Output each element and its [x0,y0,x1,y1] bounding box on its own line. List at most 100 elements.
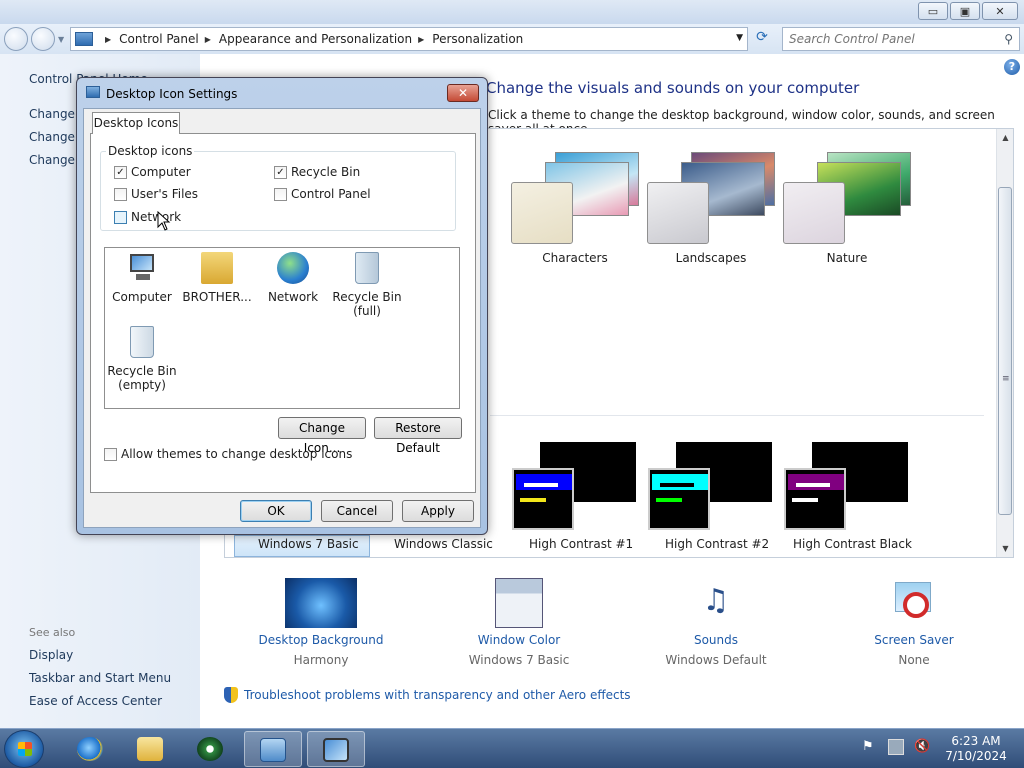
taskbar-desktop-icon-settings[interactable] [307,731,365,767]
checkbox-allow-themes[interactable]: Allow themes to change desktop icons [104,447,352,461]
folder-icon [137,737,163,761]
minimize-button[interactable]: ▭ [918,2,948,20]
icon-label: Recycle Bin (empty) [107,364,177,392]
group-label: Desktop icons [106,144,195,158]
sidebar-ease-of-access[interactable]: Ease of Access Center [29,694,162,708]
theme-label: High Contrast #2 [665,537,770,551]
recycle-bin-empty-icon [130,326,154,358]
internet-explorer-icon [77,737,103,761]
address-bar[interactable]: ▶ Control Panel ▶ Appearance and Persona… [70,27,748,51]
icon-item-recycle-bin-full[interactable]: Recycle Bin (full) [327,252,407,318]
breadcrumb-arrow-icon[interactable]: ▶ [418,35,424,44]
checkbox-control-panel[interactable]: Control Panel [274,187,371,201]
search-box[interactable]: ⚲ [782,27,1020,51]
desktop-background-title[interactable]: Desktop Background [241,633,401,647]
taskbar-clock[interactable]: 6:23 AM 7/10/2024 [940,734,1012,764]
maximize-button[interactable]: ▣ [950,2,980,20]
checkbox-label: Recycle Bin [291,165,361,179]
icon-item-network[interactable]: Network [253,252,333,304]
network-icon[interactable] [888,739,904,755]
theme-nature[interactable]: Nature [783,134,913,265]
checkbox-network[interactable]: Network [114,210,181,224]
checkbox-checked-icon[interactable]: ✓ [274,165,287,179]
taskbar-media-player[interactable] [182,731,240,767]
checkbox-unchecked-icon[interactable] [274,187,287,201]
search-input[interactable] [789,32,989,46]
theme-high-contrast-black[interactable] [784,442,914,534]
screen-saver-icon [891,578,937,628]
theme-list-scrollbar[interactable]: ▲ ≡ ▼ [996,129,1013,557]
window-color-link[interactable]: Window Color Windows 7 Basic [439,578,599,667]
theme-landscapes[interactable]: Landscapes [647,134,777,265]
start-button[interactable] [4,730,44,768]
screen-saver-link[interactable]: Screen Saver None [834,578,994,667]
sidebar-display[interactable]: Display [29,648,73,662]
breadcrumb-personalization[interactable]: Personalization [432,32,523,46]
tab-desktop-icons[interactable]: Desktop Icons [92,112,180,134]
dialog-icon [86,86,100,98]
restore-default-button[interactable]: Restore Default [374,417,462,455]
troubleshoot-link[interactable]: Troubleshoot problems with transparency … [224,687,631,703]
icon-item-recycle-bin-empty[interactable]: Recycle Bin (empty) [102,326,182,392]
scroll-down-icon[interactable]: ▼ [997,540,1014,557]
sidebar-taskbar-start-menu[interactable]: Taskbar and Start Menu [29,671,171,685]
close-icon: ✕ [457,86,469,100]
ok-button[interactable]: OK [240,500,312,522]
checkbox-label: Control Panel [291,187,371,201]
taskbar-internet-explorer[interactable] [62,731,120,767]
theme-high-contrast-2[interactable] [648,442,778,534]
address-dropdown-icon[interactable]: ▼ [736,33,743,43]
breadcrumb-arrow-icon[interactable]: ▶ [205,35,211,44]
theme-windows-7-basic[interactable]: Windows 7 Basic [258,537,359,551]
see-also-heading: See also [29,626,76,639]
icon-label: Computer [112,290,172,304]
icon-label: BROTHER... [182,290,252,304]
checkbox-checked-icon[interactable]: ✓ [114,165,127,179]
checkbox-unchecked-icon[interactable] [104,447,117,461]
change-icon-button[interactable]: Change Icon... [278,417,366,455]
breadcrumb-control-panel[interactable]: Control Panel [119,32,199,46]
theme-thumbnail [783,182,845,244]
search-icon[interactable]: ⚲ [1004,32,1013,46]
sounds-value: Windows Default [665,653,767,667]
taskbar-windows-explorer[interactable] [122,731,180,767]
theme-label: High Contrast Black [793,537,912,551]
forward-button[interactable] [31,27,55,51]
dialog-close-button[interactable]: ✕ [447,84,479,102]
sounds-link[interactable]: ♫ Sounds Windows Default [636,578,796,667]
checkbox-recycle-bin[interactable]: ✓ Recycle Bin [274,165,360,179]
volume-muted-icon[interactable]: 🔇 [914,739,930,755]
apply-button[interactable]: Apply [402,500,474,522]
icon-item-user-folder[interactable]: BROTHER... [177,252,257,304]
desktop-background-value: Harmony [293,653,349,667]
sounds-title[interactable]: Sounds [636,633,796,647]
icon-label: Network [267,290,319,304]
checkbox-users-files[interactable]: User's Files [114,187,198,201]
action-center-flag-icon[interactable]: ⚑ [862,739,878,755]
mouse-cursor-icon [157,211,171,231]
screen-saver-title[interactable]: Screen Saver [834,633,994,647]
back-button[interactable] [4,27,28,51]
window-color-title[interactable]: Window Color [439,633,599,647]
checkbox-unchecked-icon[interactable] [114,187,127,201]
breadcrumb-arrow-icon[interactable]: ▶ [105,35,111,44]
recent-pages-chevron-icon[interactable]: ▼ [58,35,64,44]
taskbar-control-panel[interactable] [244,731,302,767]
refresh-icon[interactable]: ⟳ [752,29,772,49]
theme-thumbnail [511,182,573,244]
icon-item-computer[interactable]: Computer [102,252,182,304]
scroll-up-icon[interactable]: ▲ [997,129,1014,146]
desktop-background-link[interactable]: Desktop Background Harmony [241,578,401,667]
scroll-thumb[interactable]: ≡ [998,187,1012,515]
close-button[interactable]: ✕ [982,2,1018,20]
theme-windows-classic[interactable]: Windows Classic [394,537,493,551]
troubleshoot-text[interactable]: Troubleshoot problems with transparency … [244,688,631,702]
cancel-button[interactable]: Cancel [321,500,393,522]
checkbox-computer[interactable]: ✓ Computer [114,165,191,179]
theme-high-contrast-1[interactable] [512,442,642,534]
theme-characters[interactable]: Characters [511,134,641,265]
media-player-icon [197,737,223,761]
help-icon[interactable]: ? [1004,59,1020,75]
checkbox-unchecked-icon[interactable] [114,210,127,224]
breadcrumb-appearance[interactable]: Appearance and Personalization [219,32,412,46]
